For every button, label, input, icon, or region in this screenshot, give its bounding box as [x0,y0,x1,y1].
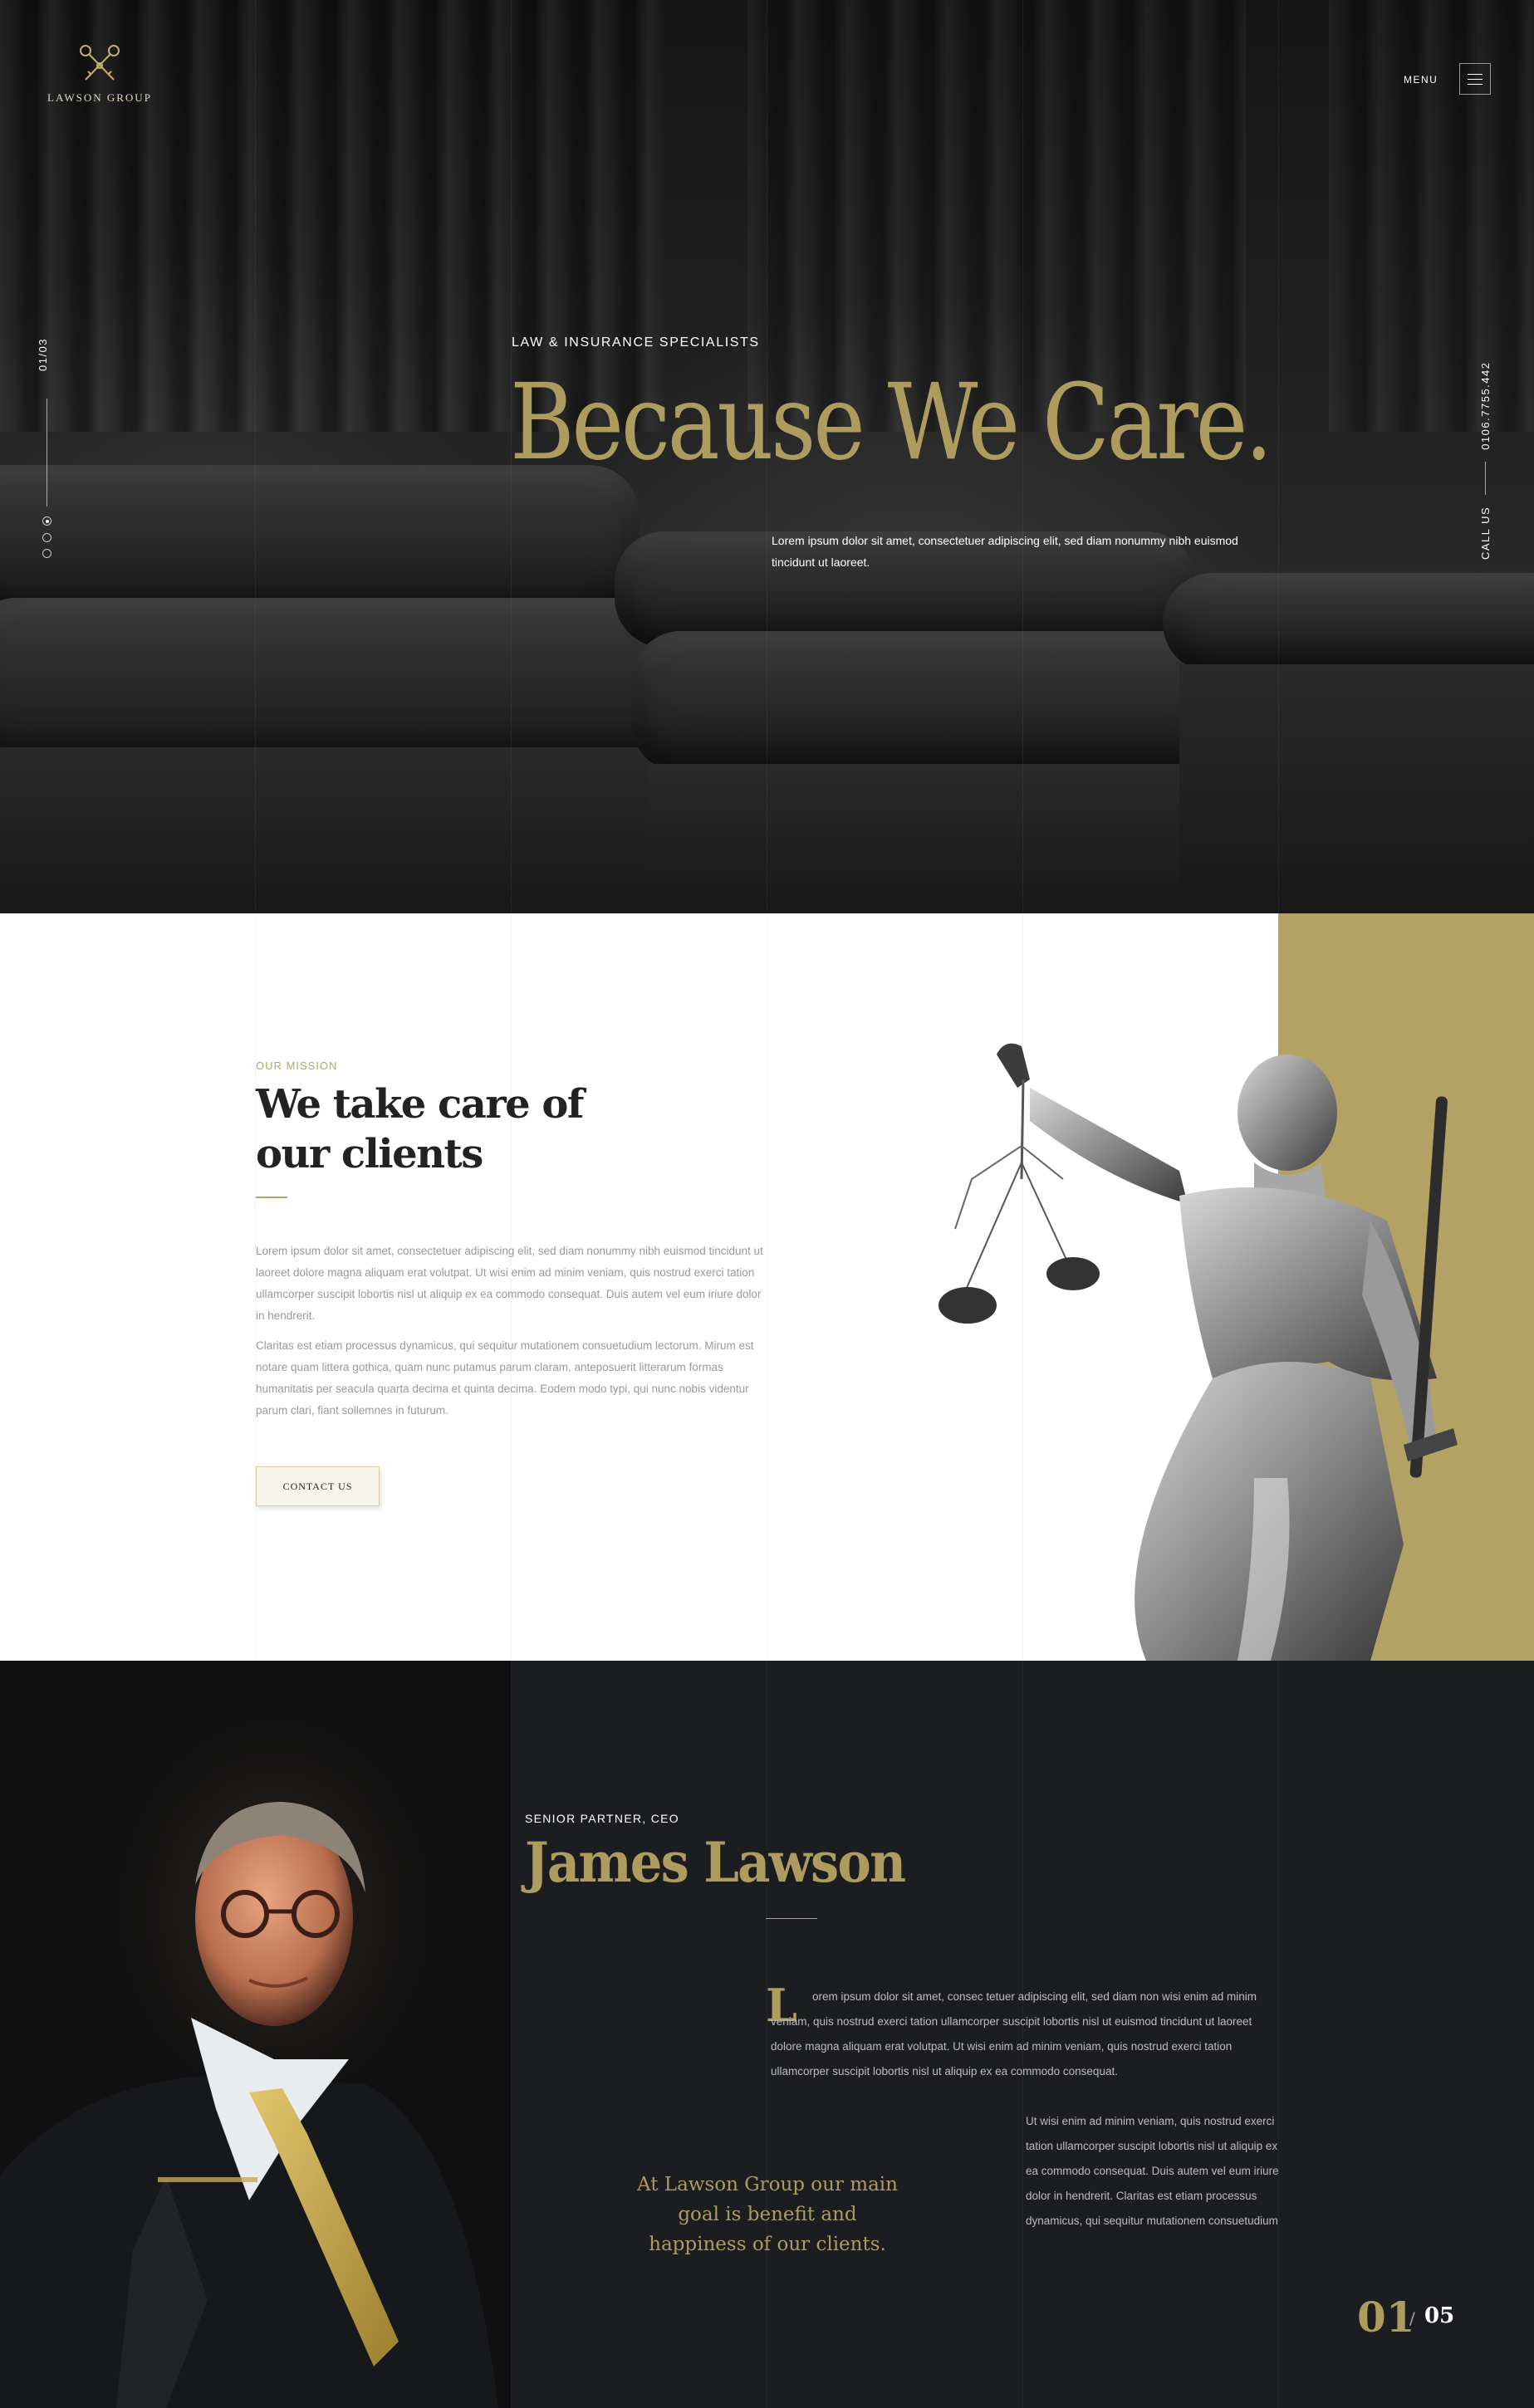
column-flutes-right [1329,0,1534,432]
partner-divider [766,1918,817,1919]
svg-text:✕ ✕ ✕: ✕ ✕ ✕ [1329,1122,1386,1143]
partner-paragraph-2: Ut wisi enim ad minim veniam, quis nostr… [1026,2115,1279,2227]
grid-line [511,1661,512,2408]
slide-counter: 01/03 [37,337,49,371]
partner-section: SENIOR PARTNER, CEO James Lawson L orem … [0,1661,1534,2408]
grid-line [1278,1661,1279,2408]
hero-eyebrow: LAW & INSURANCE SPECIALISTS [512,335,760,350]
contact-us-button[interactable]: CONTACT US [256,1466,380,1506]
call-us-label: CALL US [1478,506,1492,560]
mission-title-line-2: our clients [256,1131,483,1177]
logo[interactable]: LAWSON GROUP [33,43,166,105]
partner-name: James Lawson [525,1830,906,1895]
column-plinth [1179,664,1534,913]
mission-paragraph-2: Claritas est etiam processus dynamicus, … [256,1339,754,1417]
pagination-current: 01 [1357,2293,1415,2342]
mission-section: OUR MISSION We take care of our clients … [0,913,1534,1661]
column-plinth [0,747,747,913]
mission-title-line-1: We take care of [256,1081,585,1128]
partner-paragraph-1: orem ipsum dolor sit amet, consec tetuer… [771,1990,1257,2078]
call-us[interactable]: CALL US 0106.7755.442 [1477,344,1493,560]
mission-eyebrow: OUR MISSION [256,1060,338,1072]
column-base [631,631,1229,772]
hero-title: Because We Care. [510,361,1273,483]
slide-dot-1[interactable] [42,516,51,526]
phone-number[interactable]: 0106.7755.442 [1479,362,1492,450]
column-plinth [648,764,1196,913]
partner-quote: At Lawson Group our main goal is benefit… [637,2174,898,2255]
ceo-portrait-image [0,1802,498,2408]
hamburger-icon[interactable] [1459,63,1491,95]
column-base [0,465,640,614]
mission-paragraph-1: Lorem ipsum dolor sit amet, consectetuer… [256,1245,763,1322]
svg-text:✕ ✕ ✕: ✕ ✕ ✕ [1329,1155,1386,1176]
partner-eyebrow: SENIOR PARTNER, CEO [525,1812,679,1825]
call-divider [1484,461,1486,495]
column-base [1163,573,1534,673]
hero-text: Lorem ipsum dolor sit amet, consectetuer… [772,534,1238,569]
pagination-total: 05 [1424,2303,1455,2328]
menu-label[interactable]: MENU [1404,74,1438,86]
crossed-keys-icon [80,45,120,81]
slide-dot-2[interactable] [42,533,51,542]
mission-divider [256,1197,287,1198]
slide-dot-3[interactable] [42,549,51,558]
mission-title: We take care of our clients [256,1079,585,1179]
logo-text: LAWSON GROUP [47,91,152,104]
lady-justice-statue-image: ✕ ✕ ✕ ✕ ✕ ✕ ✕ ✕ ✕ [939,1043,1458,1661]
pagination-separator: / [1409,2308,1415,2328]
